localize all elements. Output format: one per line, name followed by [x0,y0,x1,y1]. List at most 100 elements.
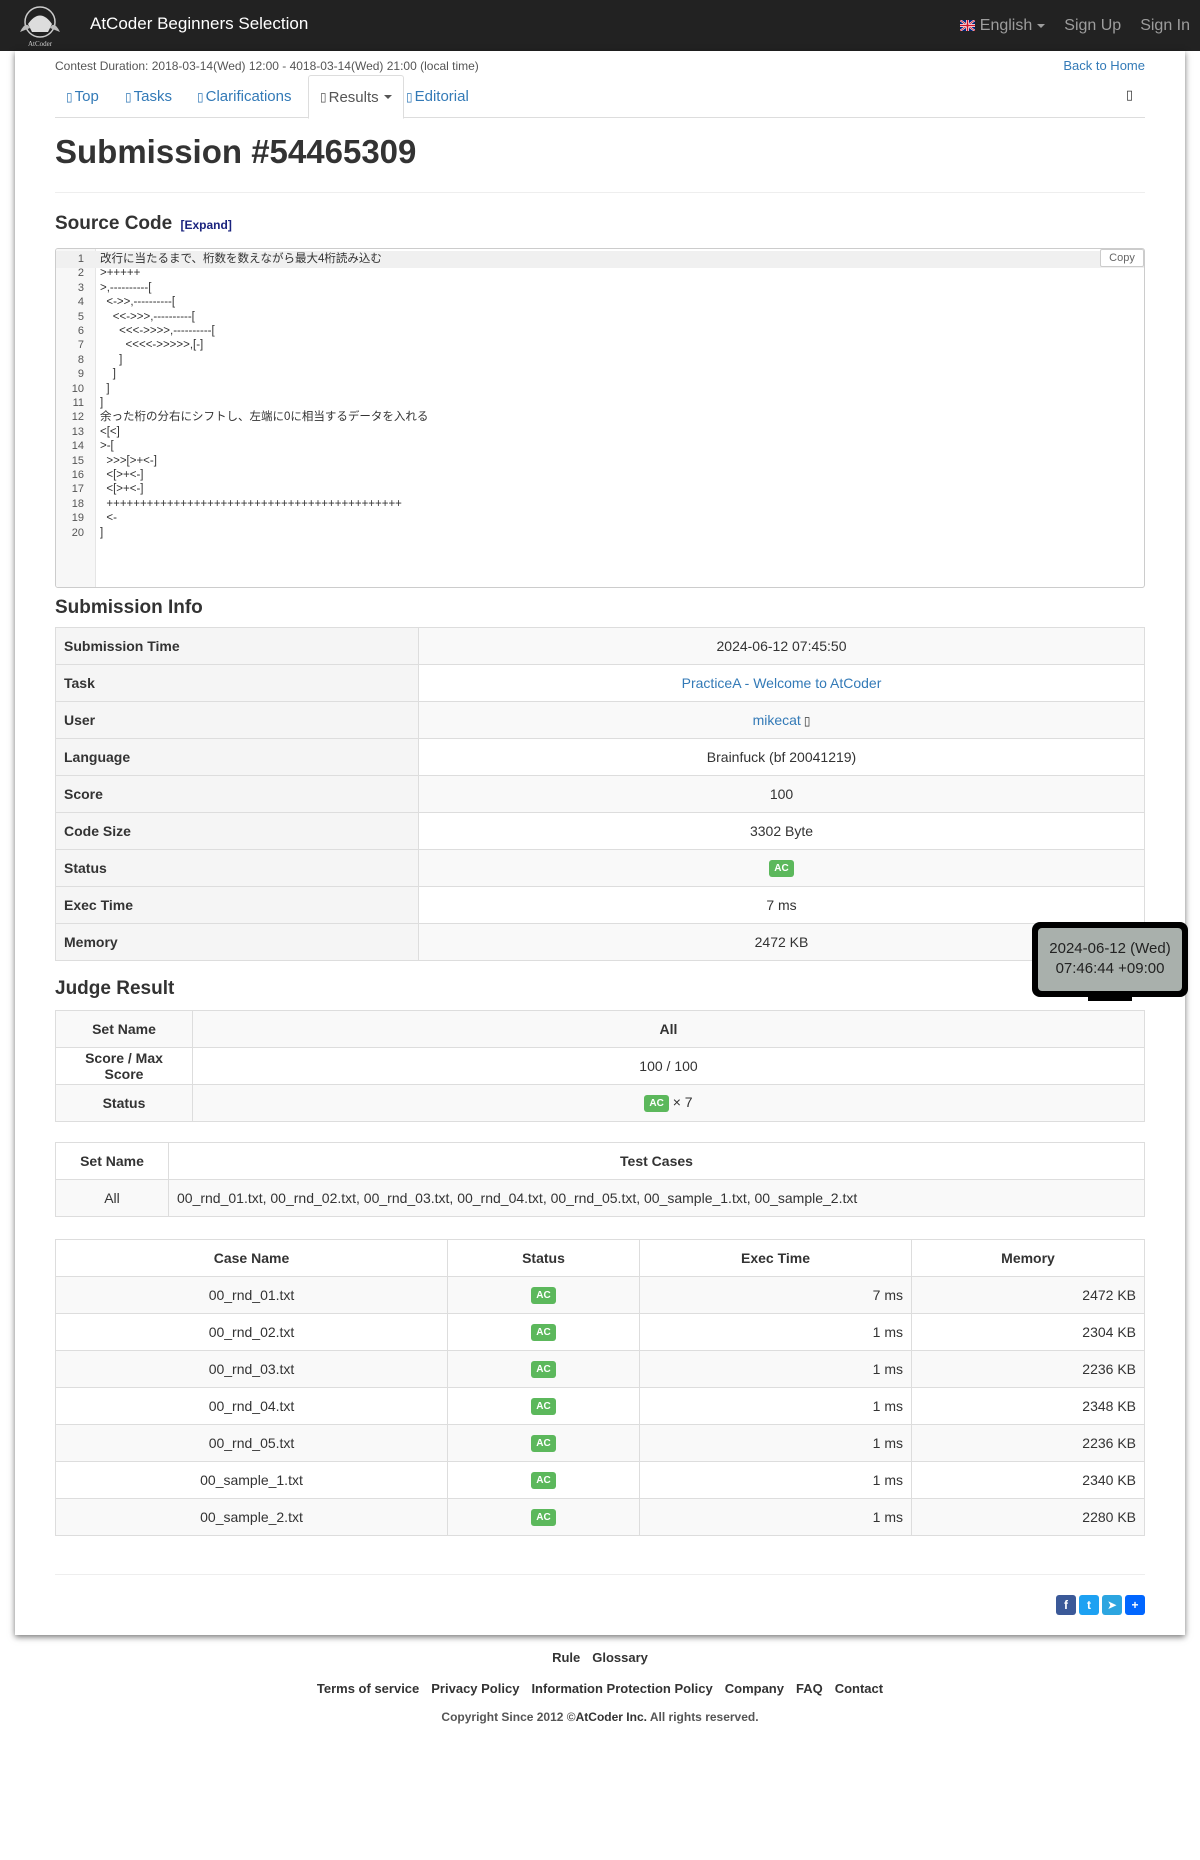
case-memory: 2280 KB [911,1498,1145,1536]
timestamp-tooltip: 2024-06-12 (Wed) 07:46:44 +09:00 [1032,922,1188,1001]
judge-result-heading: Judge Result [55,978,175,999]
case-memory: 2340 KB [911,1461,1145,1499]
judge-result-table: Set Name All Score / Max Score 100 / 100… [55,1010,1145,1122]
info-label: User [55,701,419,739]
submission-info-heading: Submission Info [55,597,203,618]
info-label: Language [55,738,419,776]
home-icon: ▯ [66,89,73,104]
info-value: AC [418,849,1145,887]
expand-link[interactable]: [Expand] [180,218,231,232]
share-icon[interactable]: + [1125,1595,1145,1615]
case-memory: 2472 KB [911,1276,1145,1314]
copy-button[interactable]: Copy [1100,249,1144,267]
footer: Rule Glossary Terms of service Privacy Pol… [0,1650,1200,1724]
case-name: 00_sample_1.txt [55,1461,448,1499]
tab-top[interactable]: ▯ Top [55,75,110,118]
test-cases-value: 00_rnd_01.txt, 00_rnd_02.txt, 00_rnd_03.… [168,1179,1145,1217]
case-exec-time: 7 ms [639,1276,912,1314]
tab-label: Results [328,88,379,106]
case-memory: 2236 KB [911,1350,1145,1388]
footer-link[interactable]: FAQ [796,1681,823,1696]
atcoder-logo[interactable]: AtCoder [14,2,66,48]
set-name-header: Set Name [55,1142,169,1180]
fullscreen-icon[interactable]: ▯ [1126,87,1133,103]
status-count: × 7 [672,1094,693,1111]
brand-title[interactable]: AtCoder Beginners Selection [90,14,308,34]
footer-link[interactable]: Rule [552,1650,580,1665]
clarifications-icon: ▯ [197,89,204,104]
footer-links-primary: Rule Glossary [0,1650,1200,1665]
back-to-home-link[interactable]: Back to Home [1063,58,1145,73]
tab-editorial[interactable]: ▯ Editorial [395,75,480,118]
case-name: 00_rnd_04.txt [55,1387,448,1425]
case-exec-time: 1 ms [639,1424,912,1462]
info-label: Memory [55,923,419,961]
status-badge: AC [531,1360,556,1378]
info-row: Submission Time 2024-06-12 07:45:50 [55,627,1145,665]
status-badge: AC [531,1286,556,1304]
sign-in-link[interactable]: Sign In [1140,17,1190,35]
sign-up-link[interactable]: Sign Up [1064,17,1121,35]
test-sets-table: Set Name Test Cases All 00_rnd_01.txt, 0… [55,1142,1145,1217]
footer-links-secondary: Terms of service Privacy Policy Informatio… [0,1681,1200,1696]
exec-time-header: Exec Time [639,1239,912,1277]
footer-link[interactable]: Company [725,1681,784,1696]
navbar: AtCoder AtCoder Beginners Selection Engl… [0,0,1200,51]
set-name-value: All [55,1179,169,1217]
test-cases-header: Test Cases [168,1142,1145,1180]
footer-link[interactable]: Privacy Policy [431,1681,519,1696]
editorial-icon: ▯ [406,89,413,104]
info-value: PracticeA - Welcome to AtCoder [418,664,1145,702]
info-label: Score [55,775,419,813]
case-status: AC [447,1387,640,1425]
tooltip-date: 2024-06-12 (Wed) [1049,940,1171,957]
case-name: 00_sample_2.txt [55,1498,448,1536]
main-container: Contest Duration: 2018-03-14(Wed) 12:00 … [15,51,1185,1635]
user-link[interactable]: mikecat [753,712,801,728]
info-row: Task PracticeA - Welcome to AtCoder [55,664,1145,702]
status-badge: AC [769,859,794,877]
results-icon: ▯ [320,90,327,104]
source-code-heading: Source Code [Expand] [55,213,232,235]
case-status: AC [447,1313,640,1351]
telegram-icon[interactable]: ➤ [1102,1595,1122,1615]
source-code-block[interactable]: 1 改行に当たるまで、桁数を数えながら最大4桁読み込む 2 >+++++ 3 >,----… [55,248,1145,588]
contest-tabs: ▯ Top ▯ Tasks ▯ Clarifications ▯ Results… [55,75,1145,119]
page-title: Submission #54465309 [55,133,417,170]
tab-tasks[interactable]: ▯ Tasks [114,75,183,118]
tasks-icon: ▯ [125,89,132,104]
info-label: Submission Time [55,627,419,665]
user-icon[interactable]: ▯ [804,714,811,728]
footer-link[interactable]: Information Protection Policy [531,1681,712,1696]
copyright-company[interactable]: AtCoder Inc. [576,1710,647,1724]
case-status: AC [447,1498,640,1536]
tab-label: Tasks [133,88,172,105]
status-badge: AC [531,1323,556,1341]
tooltip-content: 2024-06-12 (Wed) 07:46:44 +09:00 [1038,928,1182,991]
case-status: AC [447,1424,640,1462]
tab-clarifications[interactable]: ▯ Clarifications [186,75,302,118]
case-exec-time: 1 ms [639,1387,912,1425]
set-name-value: All [192,1010,1145,1048]
info-row: Exec Time 7 ms [55,886,1145,924]
status-label: Status [55,1084,193,1122]
language-dropdown[interactable]: English [959,17,1046,35]
info-value: 100 [418,775,1145,813]
tab-results[interactable]: ▯ Results [308,75,404,119]
footer-link[interactable]: Glossary [592,1650,648,1665]
case-memory: 2236 KB [911,1424,1145,1462]
case-exec-time: 1 ms [639,1313,912,1351]
footer-link[interactable]: Terms of service [317,1681,419,1696]
caret-down-icon [383,95,392,99]
twitter-icon[interactable]: t [1079,1595,1099,1615]
copyright-suffix: All rights reserved. [646,1710,759,1724]
tab-label: Clarifications [205,88,292,105]
heading-label: Source Code [55,213,173,234]
case-name: 00_rnd_01.txt [55,1276,448,1314]
facebook-icon[interactable]: f [1056,1595,1076,1615]
info-row: Memory 2472 KB [55,923,1145,961]
footer-link[interactable]: Contact [835,1681,883,1696]
task-link[interactable]: PracticeA - Welcome to AtCoder [682,675,882,691]
tab-label: Editorial [414,88,469,105]
memory-header: Memory [911,1239,1145,1277]
